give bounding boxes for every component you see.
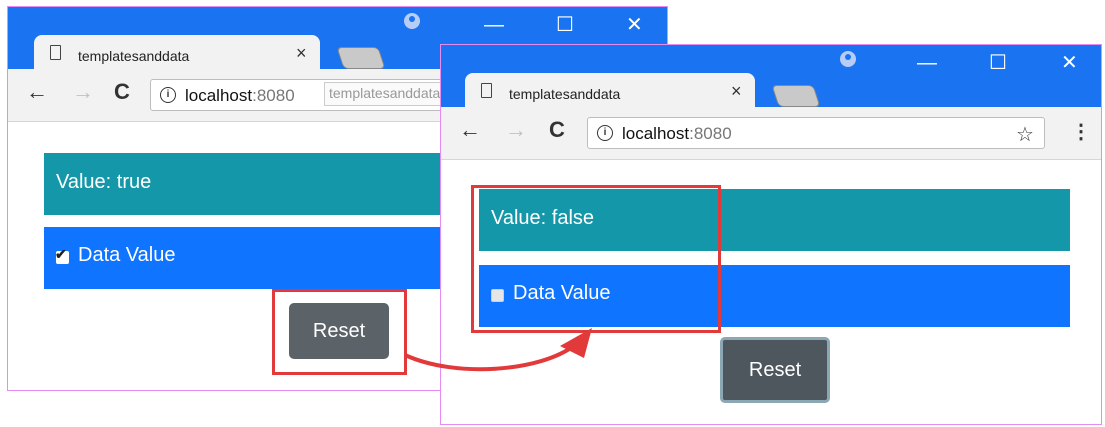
value-text: Value: true	[56, 171, 152, 193]
close-icon[interactable]: ✕	[1061, 53, 1078, 73]
forward-icon[interactable]: →	[505, 119, 527, 141]
close-icon[interactable]: ✕	[626, 15, 643, 35]
star-icon[interactable]: ☆	[1016, 122, 1034, 147]
browser-window-2: templatesanddata × — ☐ ✕ ← → C i localho…	[440, 44, 1102, 425]
url-text: localhost:8080	[622, 124, 732, 143]
highlight-box	[272, 289, 407, 375]
minimize-icon[interactable]: —	[917, 53, 937, 73]
reset-button[interactable]: Reset	[720, 337, 830, 403]
maximize-icon[interactable]: ☐	[556, 15, 574, 35]
checkmark-icon: ✔	[55, 246, 67, 262]
page-icon	[50, 45, 61, 60]
minimize-icon[interactable]: —	[484, 15, 504, 35]
info-icon[interactable]: i	[597, 125, 613, 141]
tab-title: templatesanddata	[78, 48, 190, 64]
page-icon	[481, 83, 492, 98]
close-tab-icon[interactable]: ×	[731, 82, 742, 100]
new-tab-button[interactable]	[336, 47, 386, 69]
reload-icon[interactable]: C	[114, 81, 130, 103]
close-tab-icon[interactable]: ×	[296, 44, 307, 62]
profile-icon[interactable]	[404, 13, 420, 29]
url-text: localhost:8080	[185, 86, 295, 105]
highlight-box	[471, 185, 721, 333]
tab-title: templatesanddata	[509, 86, 621, 102]
toolbar: ← → C i localhost:8080 ☆ ⋮	[441, 107, 1101, 160]
title-bar: templatesanddata × — ☐ ✕	[441, 45, 1101, 117]
data-value-checkbox[interactable]: ✔	[55, 246, 69, 264]
address-bar[interactable]: i localhost:8080 ☆	[587, 117, 1045, 149]
reload-icon[interactable]: C	[549, 119, 565, 141]
back-icon[interactable]: ←	[459, 119, 481, 141]
profile-icon[interactable]	[840, 51, 856, 67]
checkbox-label: Data Value	[78, 244, 176, 266]
forward-icon[interactable]: →	[72, 81, 94, 103]
new-tab-button[interactable]	[771, 85, 821, 107]
back-icon[interactable]: ←	[26, 81, 48, 103]
maximize-icon[interactable]: ☐	[989, 53, 1007, 73]
info-icon[interactable]: i	[160, 87, 176, 103]
menu-icon[interactable]: ⋮	[1071, 119, 1091, 144]
